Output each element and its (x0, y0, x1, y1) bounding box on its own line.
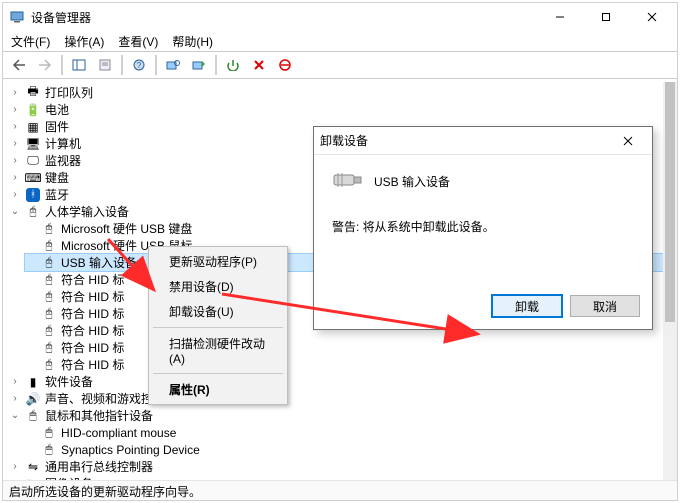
update-driver-button[interactable] (187, 54, 211, 76)
tree-node-synaptics[interactable]: 🖱Synaptics Pointing Device (25, 441, 663, 458)
separator (61, 55, 63, 75)
firmware-icon: ▦ (25, 120, 41, 134)
bluetooth-icon: ᚼ (25, 188, 41, 202)
hid-icon: 🖰 (41, 341, 57, 355)
printer-icon: 🖶 (25, 86, 41, 100)
titlebar: 设备管理器 (3, 3, 677, 31)
uninstall-dialog: 卸载设备 USB 输入设备 警告: 将从系统中卸载此设备。 卸载 取消 (313, 126, 653, 330)
window-title: 设备管理器 (31, 9, 537, 26)
tree-node-printers[interactable]: ›🖶打印队列 (9, 84, 663, 101)
help-button[interactable]: ? (127, 54, 151, 76)
hid-icon: 🖰 (25, 205, 41, 219)
monitor-icon: 🖵 (25, 154, 41, 168)
menu-file[interactable]: 文件(F) (11, 33, 50, 50)
menu-uninstall-device[interactable]: 卸载设备(U) (151, 299, 285, 324)
tree-node-hid-std[interactable]: 🖰符合 HID 标 (25, 356, 663, 373)
disable-button[interactable] (273, 54, 297, 76)
computer-icon: 🖥 (25, 137, 41, 151)
dialog-titlebar: 卸载设备 (314, 127, 652, 155)
menubar: 文件(F) 操作(A) 查看(V) 帮助(H) (3, 31, 677, 51)
close-button[interactable] (629, 3, 675, 31)
minimize-button[interactable] (537, 3, 583, 31)
hid-icon: 🖰 (41, 239, 57, 253)
show-hide-tree-button[interactable] (67, 54, 91, 76)
dialog-warning: 警告: 将从系统中卸载此设备。 (332, 218, 634, 235)
window-buttons (537, 3, 675, 31)
maximize-button[interactable] (583, 3, 629, 31)
dialog-close-button[interactable] (610, 129, 646, 153)
context-menu: 更新驱动程序(P) 禁用设备(D) 卸载设备(U) 扫描检测硬件改动(A) 属性… (148, 246, 288, 405)
dialog-body: USB 输入设备 警告: 将从系统中卸载此设备。 (314, 155, 652, 287)
usb-icon: ⇋ (25, 460, 41, 474)
hid-icon: 🖰 (41, 256, 57, 270)
vertical-scrollbar[interactable] (663, 82, 677, 480)
menu-view[interactable]: 查看(V) (118, 33, 158, 50)
menu-disable-device[interactable]: 禁用设备(D) (151, 274, 285, 299)
hid-icon: 🖰 (41, 358, 57, 372)
mouse-icon: 🖱 (41, 426, 57, 440)
menu-separator (153, 373, 283, 374)
usb-device-icon (332, 169, 364, 194)
separator (155, 55, 157, 75)
hid-icon: 🖰 (41, 222, 57, 236)
hid-icon: 🖰 (41, 324, 57, 338)
dialog-buttons: 卸载 取消 (314, 287, 652, 329)
separator (121, 55, 123, 75)
dialog-device-row: USB 输入设备 (332, 169, 634, 194)
tree-node-mouse[interactable]: ⌄🖱鼠标和其他指针设备 (9, 407, 663, 424)
tree-node-sound[interactable]: ›🔊声音、视频和游戏控制器 (9, 390, 663, 407)
keyboard-icon: ⌨ (25, 171, 41, 185)
toolbar: ? (3, 51, 677, 79)
forward-button[interactable] (33, 54, 57, 76)
software-icon: ▮ (25, 375, 41, 389)
menu-scan-hardware[interactable]: 扫描检测硬件改动(A) (151, 331, 285, 370)
menu-separator (153, 327, 283, 328)
properties-button[interactable] (93, 54, 117, 76)
tree-node-software[interactable]: ›▮软件设备 (9, 373, 663, 390)
scan-button[interactable] (161, 54, 185, 76)
svg-text:?: ? (137, 61, 142, 70)
app-icon (9, 9, 25, 25)
battery-icon: 🔋 (25, 103, 41, 117)
dialog-title: 卸载设备 (320, 132, 368, 149)
tree-node-hid-std[interactable]: 🖰符合 HID 标 (25, 339, 663, 356)
scrollbar-thumb[interactable] (665, 82, 675, 322)
dialog-device-name: USB 输入设备 (374, 173, 450, 190)
menu-properties[interactable]: 属性(R) (151, 377, 285, 402)
menu-update-driver[interactable]: 更新驱动程序(P) (151, 249, 285, 274)
status-bar: 启动所选设备的更新驱动程序向导。 (3, 480, 677, 500)
tree-node-hid-mouse[interactable]: 🖱HID-compliant mouse (25, 424, 663, 441)
mouse-icon: 🖱 (41, 443, 57, 457)
tree-node-usb-bus[interactable]: ›⇋通用串行总线控制器 (9, 458, 663, 475)
dialog-cancel-button[interactable]: 取消 (570, 295, 640, 317)
hid-icon: 🖰 (41, 273, 57, 287)
uninstall-button[interactable] (247, 54, 271, 76)
hid-icon: 🖰 (41, 307, 57, 321)
tree-node-battery[interactable]: ›🔋电池 (9, 101, 663, 118)
sound-icon: 🔊 (25, 392, 41, 406)
hid-icon: 🖰 (41, 290, 57, 304)
enable-button[interactable] (221, 54, 245, 76)
menu-help[interactable]: 帮助(H) (172, 33, 213, 50)
mouse-icon: 🖱 (25, 409, 41, 423)
back-button[interactable] (7, 54, 31, 76)
separator (215, 55, 217, 75)
menu-action[interactable]: 操作(A) (64, 33, 104, 50)
dialog-uninstall-button[interactable]: 卸载 (492, 295, 562, 317)
